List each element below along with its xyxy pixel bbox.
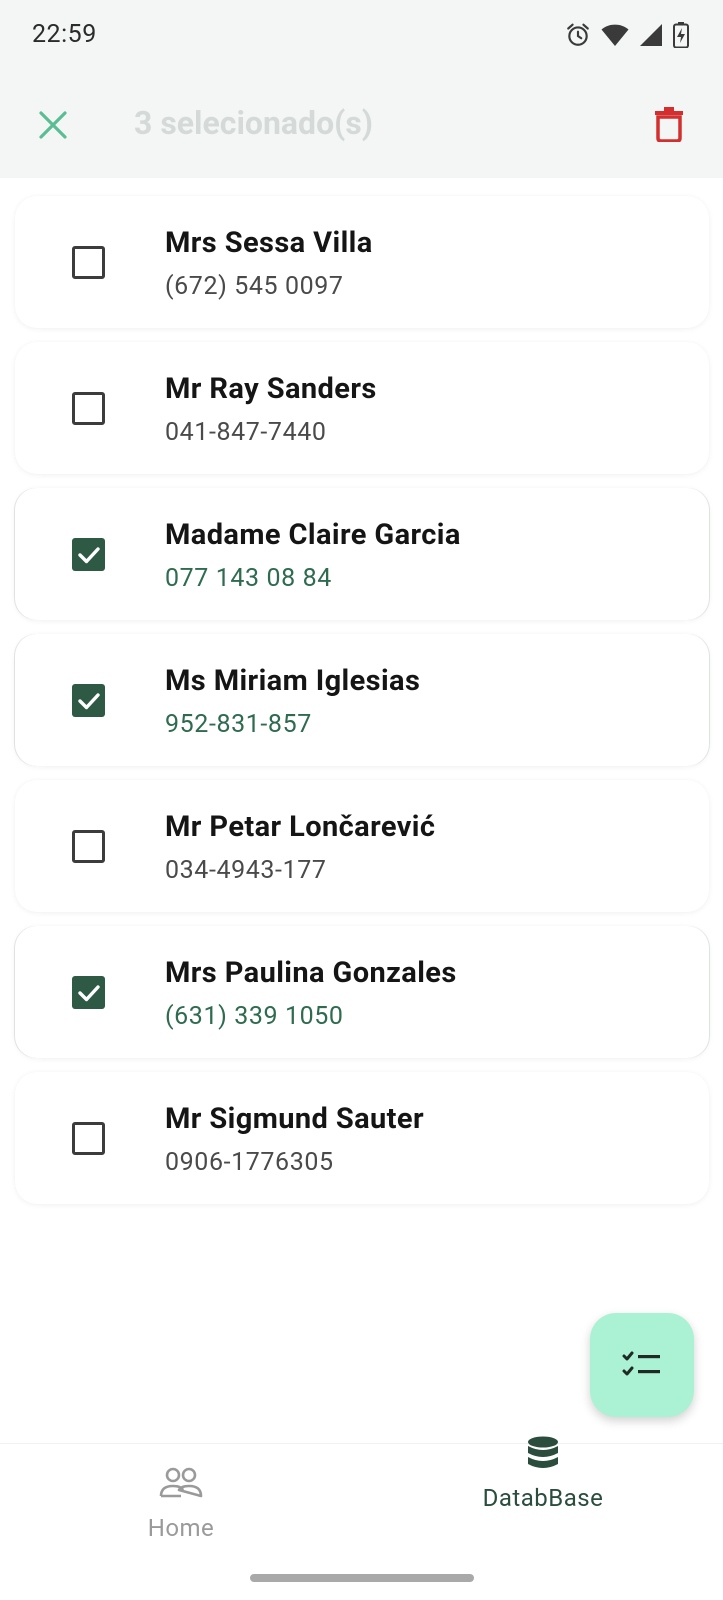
checkbox-unchecked[interactable] — [72, 392, 105, 425]
delete-button[interactable] — [643, 98, 695, 150]
contact-phone: (631) 339 1050 — [165, 1002, 344, 1031]
nav-label-home: Home — [147, 1514, 215, 1542]
check-icon — [77, 692, 100, 709]
close-button[interactable] — [28, 100, 78, 150]
contact-card[interactable]: Mrs Sessa Villa (672) 545 0097 — [15, 196, 709, 328]
nav-label-database: DatabBase — [482, 1484, 604, 1512]
checkbox-checked[interactable] — [72, 538, 105, 571]
close-icon — [39, 111, 67, 139]
nav-item-home[interactable]: Home — [61, 1444, 301, 1564]
delete-icon — [655, 107, 683, 142]
app-bar: 3 selecionado(s) — [0, 86, 723, 166]
battery-charging-icon — [673, 22, 689, 48]
contact-name: Mr Sigmund Sauter — [165, 1102, 424, 1136]
contact-phone: 034-4943-177 — [165, 856, 327, 885]
wifi-icon — [601, 23, 629, 47]
checklist-icon — [622, 1351, 660, 1376]
contact-phone: 0906-1776305 — [165, 1148, 334, 1177]
contact-name: Mrs Paulina Gonzales — [165, 956, 457, 990]
screen: 22:59 3 selecionado(s) Mrs Sessa Villa (… — [0, 0, 723, 1600]
top-area: 22:59 3 selecionado(s) — [0, 0, 723, 178]
selection-count-title: 3 selecionado(s) — [134, 104, 373, 142]
contact-name: Ms Miriam Iglesias — [165, 664, 421, 698]
check-icon — [77, 984, 100, 1001]
select-all-fab[interactable] — [590, 1313, 694, 1417]
contact-card[interactable]: Mrs Paulina Gonzales (631) 339 1050 — [15, 926, 709, 1058]
contact-phone: 077 143 08 84 — [165, 564, 332, 593]
contact-card[interactable]: Mr Sigmund Sauter 0906-1776305 — [15, 1072, 709, 1204]
contact-card[interactable]: Madame Claire Garcia 077 143 08 84 — [15, 488, 709, 620]
checkbox-unchecked[interactable] — [72, 830, 105, 863]
checkbox-checked[interactable] — [72, 976, 105, 1009]
check-icon — [77, 546, 100, 563]
home-indicator — [250, 1574, 474, 1582]
signal-icon — [639, 23, 663, 47]
contact-name: Mrs Sessa Villa — [165, 226, 373, 260]
people-icon — [159, 1466, 203, 1504]
checkbox-checked[interactable] — [72, 684, 105, 717]
status-bar: 22:59 — [0, 0, 723, 74]
contact-name: Mr Ray Sanders — [165, 372, 377, 406]
alarm-icon — [565, 22, 591, 48]
contact-card[interactable]: Mr Petar Lončarević 034-4943-177 — [15, 780, 709, 912]
contact-card[interactable]: Mr Ray Sanders 041-847-7440 — [15, 342, 709, 474]
status-time: 22:59 — [32, 20, 97, 49]
database-icon — [526, 1436, 560, 1480]
status-icons — [565, 22, 689, 48]
nav-item-database[interactable]: DatabBase — [423, 1436, 663, 1564]
contact-name: Mr Petar Lončarević — [165, 810, 436, 844]
checkbox-unchecked[interactable] — [72, 246, 105, 279]
contact-phone: 952-831-857 — [165, 710, 312, 739]
contact-name: Madame Claire Garcia — [165, 518, 461, 552]
contact-phone: (672) 545 0097 — [165, 272, 344, 301]
checkbox-unchecked[interactable] — [72, 1122, 105, 1155]
contact-card[interactable]: Ms Miriam Iglesias 952-831-857 — [15, 634, 709, 766]
contact-phone: 041-847-7440 — [165, 418, 327, 447]
